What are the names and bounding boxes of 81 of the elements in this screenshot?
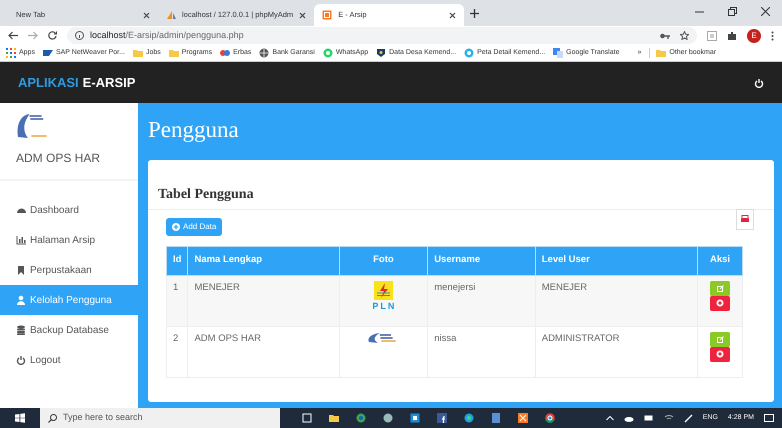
column-header: Id: [166, 246, 188, 275]
delete-button[interactable]: [710, 346, 730, 362]
column-header: Level User: [535, 246, 698, 275]
chrome-icon[interactable]: [545, 413, 555, 423]
facebook-icon[interactable]: [437, 413, 447, 423]
column-header: Foto: [339, 246, 428, 275]
sidebar-item[interactable]: Perpustakaan: [0, 255, 138, 285]
edit-icon: [716, 336, 724, 342]
chat-icon: [322, 48, 333, 58]
info-icon: [75, 31, 84, 40]
sidebar-item[interactable]: Logout: [0, 345, 138, 375]
cloud-icon[interactable]: [624, 414, 634, 422]
star-icon[interactable]: [680, 31, 689, 40]
wifi-icon[interactable]: [664, 414, 674, 422]
column-header: Nama Lengkap: [188, 246, 340, 275]
power-icon: [16, 355, 26, 365]
app-window-icon[interactable]: [410, 413, 420, 423]
pdf-button[interactable]: [736, 209, 754, 230]
table-cell: 2: [166, 326, 188, 377]
plus-icon[interactable]: [470, 8, 480, 18]
windows-icon[interactable]: [15, 413, 25, 423]
page-title: Pengguna: [148, 116, 240, 144]
globe-icon[interactable]: [356, 413, 366, 423]
grid-icon: [6, 48, 16, 58]
database-icon: [16, 325, 26, 335]
key-icon[interactable]: [660, 32, 670, 40]
browser-icon[interactable]: [464, 413, 474, 423]
table-cell: menejersi: [428, 275, 536, 326]
search-field[interactable]: Type here to search: [40, 408, 280, 428]
shield-icon: [376, 48, 386, 58]
address-bar[interactable]: localhost/E-arsip/admin/pengguna.php: [67, 27, 697, 44]
pen-icon[interactable]: [684, 414, 693, 422]
folder-icon: [656, 48, 666, 58]
card-title: Tabel Pengguna: [148, 184, 774, 210]
column-header: Aksi: [698, 246, 742, 275]
chevron-up-icon[interactable]: [606, 415, 614, 421]
sidebar-item[interactable]: Backup Database: [0, 315, 138, 345]
task-view-icon[interactable]: [302, 413, 312, 423]
printer-icon: [741, 215, 749, 224]
close-icon[interactable]: [299, 12, 306, 18]
table-cell: ADM OPS HAR: [188, 326, 340, 377]
notification-icon[interactable]: [764, 414, 774, 422]
close-icon[interactable]: [761, 6, 770, 16]
edit-icon: [716, 284, 724, 292]
restore-icon[interactable]: [728, 6, 737, 16]
globe-icon: [259, 48, 270, 58]
circle-icon: [464, 48, 474, 58]
plus-circle-icon: [172, 222, 180, 230]
profile-avatar[interactable]: E: [747, 28, 761, 42]
more-icon[interactable]: [771, 30, 774, 40]
search-icon: [48, 414, 57, 422]
close-icon[interactable]: [449, 12, 456, 18]
app-brand[interactable]: APLIKASI E-ARSIP: [18, 72, 136, 92]
power-icon[interactable]: [754, 78, 764, 88]
bookmark-icon: [16, 265, 26, 275]
stop-icon: [716, 350, 724, 358]
table-cell: nissa: [428, 326, 536, 377]
table-cell: 1: [166, 275, 188, 326]
bar-chart-icon: [16, 235, 26, 245]
app-icon[interactable]: [518, 413, 528, 423]
sidebar-item[interactable]: Dashboard: [0, 195, 138, 225]
sidebar-item[interactable]: Halaman Arsip: [0, 225, 138, 255]
folder-icon: [168, 48, 179, 58]
table-cell: MENEJER: [188, 275, 340, 326]
flag-icon: [42, 48, 53, 58]
sail-icon: [166, 10, 176, 20]
app-icon: [322, 10, 332, 20]
table-cell: MENEJER: [535, 275, 698, 326]
pln-logo: PLN: [370, 280, 396, 313]
reload-icon[interactable]: [48, 31, 57, 40]
close-icon[interactable]: [143, 12, 150, 18]
lightning-icon: [374, 280, 393, 300]
delete-button[interactable]: [710, 296, 730, 310]
back-icon[interactable]: [8, 31, 18, 40]
table-cell: ADMINISTRATOR: [535, 326, 698, 377]
translate-icon: [553, 48, 564, 58]
folder-icon: [132, 48, 143, 58]
folder-icon[interactable]: [329, 413, 339, 423]
column-header: Username: [428, 246, 536, 275]
user-icon: [16, 295, 26, 305]
stop-icon: [716, 299, 724, 307]
